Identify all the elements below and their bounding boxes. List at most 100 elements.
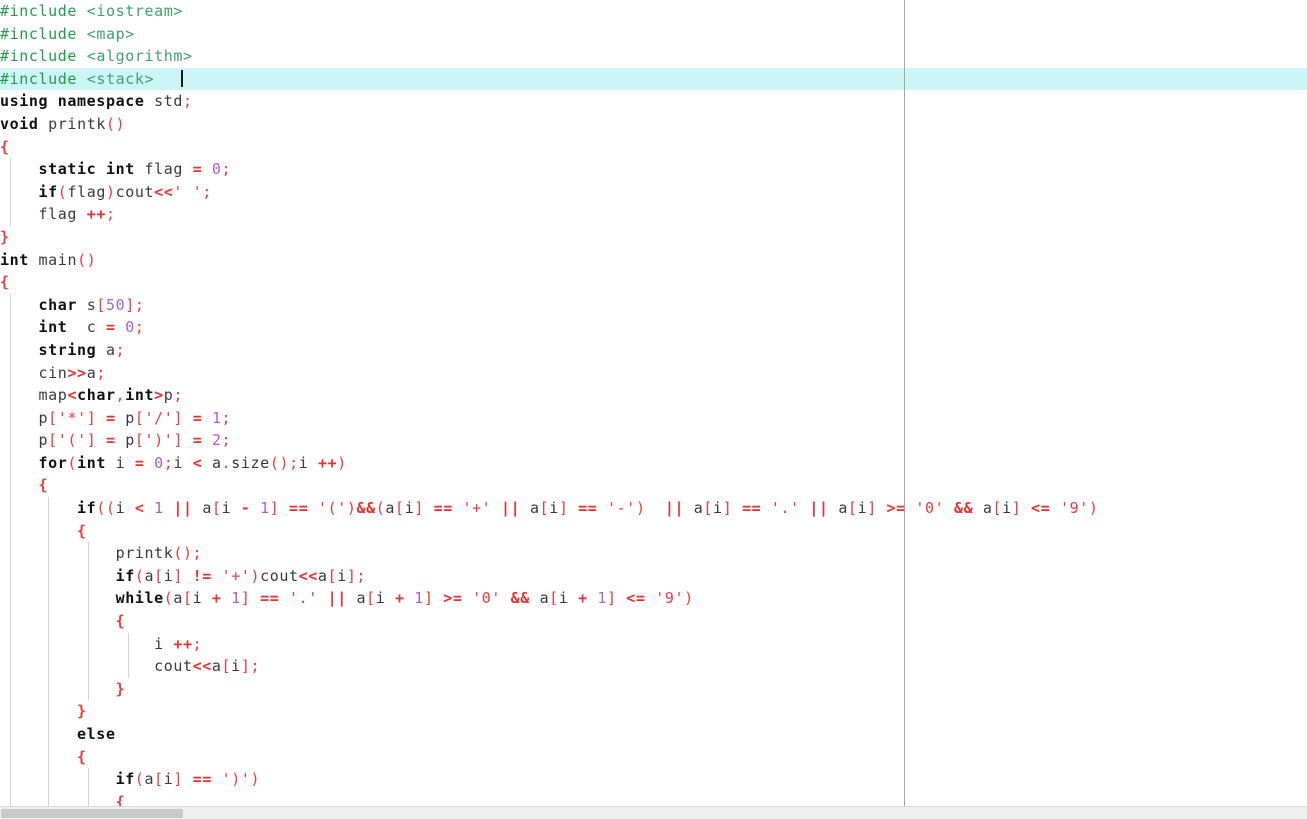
code-token: ];: [240, 657, 261, 676]
code-token: =: [192, 160, 203, 179]
code-token: cin: [38, 363, 68, 382]
code-line[interactable]: string a;: [0, 338, 1307, 362]
code-line[interactable]: flag ++;: [0, 203, 1307, 226]
code-token: <: [67, 386, 78, 405]
code-line[interactable]: {: [0, 136, 1307, 159]
code-line[interactable]: else: [0, 723, 1307, 746]
code-line[interactable]: if(a[i] != '+')cout<<a[i];: [0, 564, 1307, 588]
code-line[interactable]: {: [0, 790, 1307, 806]
code-line[interactable]: p['('] = p[')'] = 2;: [0, 429, 1307, 452]
code-line-text: {: [0, 612, 125, 630]
code-token: cout: [115, 182, 155, 201]
code-line-text: cin>>a;: [0, 364, 106, 382]
code-token: while: [115, 589, 164, 608]
code-line[interactable]: #include <iostream>: [0, 0, 1307, 23]
code-line[interactable]: printk();: [0, 542, 1307, 565]
code-line[interactable]: cin>>a;: [0, 361, 1307, 385]
code-line-text: {: [0, 522, 87, 540]
code-token: >=: [886, 499, 906, 518]
code-line[interactable]: if(flag)cout<<' ';: [0, 180, 1307, 204]
code-line[interactable]: if((i < 1 || a[i - 1] == '(')&&(a[i] == …: [0, 497, 1307, 520]
code-line[interactable]: }: [0, 677, 1307, 701]
code-line[interactable]: {: [0, 745, 1307, 769]
code-lines-container[interactable]: #include <iostream> #include <map> #includ…: [0, 0, 1307, 806]
code-line[interactable]: #include <algorithm>: [0, 45, 1307, 68]
code-line[interactable]: }: [0, 700, 1307, 723]
code-token: (): [105, 114, 126, 133]
code-token: ' ': [173, 182, 203, 201]
code-token: ): [250, 566, 261, 585]
code-token: [: [549, 589, 559, 608]
code-line[interactable]: if(a[i] == ')'): [0, 768, 1307, 791]
code-line-text: int main(): [0, 251, 96, 269]
code-token: <<: [154, 182, 174, 201]
code-line[interactable]: void printk(): [0, 113, 1307, 136]
code-token: '9': [655, 589, 685, 608]
code-line[interactable]: int c = 0;: [0, 316, 1307, 339]
code-token: {: [115, 792, 126, 806]
horizontal-scrollbar-thumb[interactable]: [1, 809, 183, 818]
code-line[interactable]: static int flag = 0;: [0, 158, 1307, 181]
code-line[interactable]: {: [0, 474, 1307, 498]
code-token: flag: [38, 205, 87, 224]
code-surface[interactable]: #include <iostream> #include <map> #includ…: [0, 0, 1307, 806]
code-line[interactable]: for(int i = 0;i < a.size();i ++): [0, 451, 1307, 475]
code-token: ||: [173, 499, 193, 518]
code-token: ]: [86, 408, 106, 427]
code-line-text: else: [0, 725, 116, 743]
code-token: '9': [1059, 499, 1089, 518]
code-line[interactable]: #include <stack>: [0, 67, 1307, 91]
code-token: 1: [260, 499, 270, 518]
code-line[interactable]: char s[50];: [0, 293, 1307, 317]
code-line[interactable]: while(a[i + 1] == '.' || a[i + 1] >= '0'…: [0, 587, 1307, 611]
code-line[interactable]: p['*'] = p['/'] = 1;: [0, 406, 1307, 430]
code-token: if: [115, 770, 135, 789]
code-line-text: p['('] = p[')'] = 2;: [0, 431, 231, 449]
code-token: void: [0, 114, 39, 133]
code-token: '0': [915, 499, 945, 518]
code-token: +: [211, 589, 222, 608]
code-line[interactable]: map<char,int>p;: [0, 384, 1307, 407]
code-line[interactable]: cout<<a[i];: [0, 655, 1307, 678]
code-token: for: [38, 453, 68, 472]
code-token: '.': [289, 589, 318, 608]
code-line[interactable]: }: [0, 226, 1307, 249]
code-token: a: [202, 499, 212, 518]
code-token: +: [578, 589, 588, 608]
code-line[interactable]: {: [0, 610, 1307, 633]
code-line[interactable]: i ++;: [0, 632, 1307, 656]
code-line-text: p['*'] = p['/'] = 1;: [0, 409, 231, 427]
code-token: i: [115, 453, 135, 472]
code-token: a: [838, 499, 848, 518]
code-line-text: {: [0, 748, 87, 766]
code-line[interactable]: #include <map>: [0, 23, 1307, 46]
code-line[interactable]: int main(): [0, 249, 1307, 272]
code-token: 1: [212, 408, 222, 427]
code-line-text: if((i < 1 || a[i - 1] == '(')&&(a[i] == …: [0, 499, 1099, 517]
code-token: ((: [96, 499, 116, 518]
code-token: ]: [269, 499, 290, 518]
code-token: 50: [105, 295, 126, 314]
code-line[interactable]: using namespace std;: [0, 90, 1307, 113]
code-token: cout: [154, 657, 193, 676]
code-token: [: [221, 657, 232, 676]
code-line[interactable]: {: [0, 519, 1307, 543]
code-token: cout: [260, 566, 299, 585]
code-line-text: int c = 0;: [0, 318, 145, 336]
horizontal-scrollbar[interactable]: [0, 806, 1307, 819]
code-editor[interactable]: #include <iostream> #include <map> #includ…: [0, 0, 1307, 819]
code-line[interactable]: {: [0, 271, 1307, 294]
